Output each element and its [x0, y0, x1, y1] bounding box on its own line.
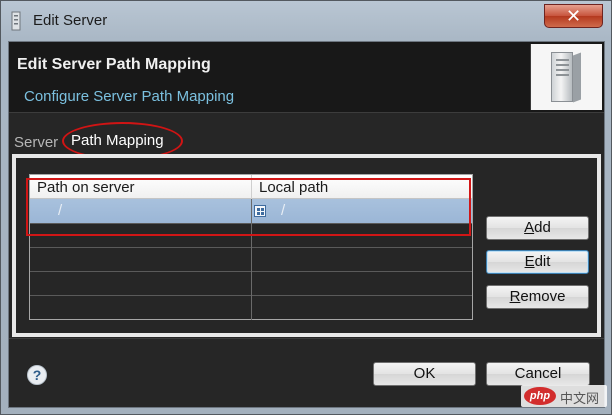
dialog-header: Edit Server Path Mapping Configure Serve… — [9, 42, 604, 113]
window-title: Edit Server — [33, 12, 108, 29]
site-watermark: php 中文网 — [521, 385, 607, 407]
server-tower-icon — [530, 44, 602, 110]
edit-button[interactable]: Edit — [486, 250, 589, 274]
tab-server[interactable]: Server — [14, 134, 58, 151]
cancel-button[interactable]: Cancel — [486, 362, 590, 386]
watermark-text: 中文网 — [560, 391, 600, 406]
close-button[interactable]: ✕ — [544, 4, 603, 28]
edit-server-window: Edit Server ✕ Edit Server Path Mapping C… — [0, 0, 612, 415]
ok-button[interactable]: OK — [373, 362, 476, 386]
dialog-client-area: Edit Server Path Mapping Configure Serve… — [8, 41, 605, 408]
add-button[interactable]: Add — [486, 216, 589, 240]
path-mapping-panel: Path on server Local path / / Add Edit R… — [12, 154, 601, 337]
close-icon: ✕ — [565, 6, 582, 26]
remove-button[interactable]: Remove — [486, 285, 589, 309]
dialog-header-title: Edit Server Path Mapping — [17, 56, 211, 73]
table-highlight-annotation — [26, 178, 471, 236]
php-logo: php — [524, 387, 556, 405]
title-bar[interactable]: Edit Server ✕ — [1, 1, 611, 41]
tab-bar: Server Path Mapping — [9, 114, 604, 160]
dialog-footer: ? OK Cancel — [9, 338, 604, 407]
help-icon[interactable]: ? — [27, 365, 47, 385]
dialog-header-subtitle: Configure Server Path Mapping — [24, 88, 235, 105]
eclipse-server-app-icon — [11, 11, 21, 31]
